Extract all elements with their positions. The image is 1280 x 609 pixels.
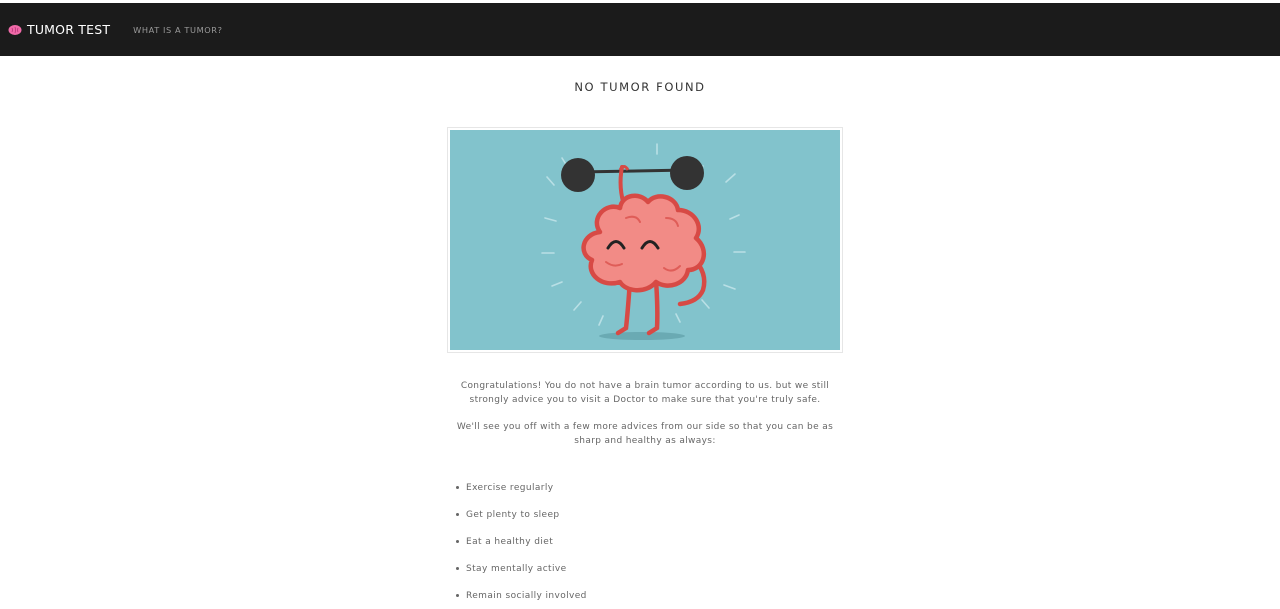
list-item: Get plenty to sleep: [456, 501, 587, 528]
result-heading: NO TUMOR FOUND: [574, 80, 706, 94]
bullet-icon: [456, 513, 459, 516]
bullet-icon: [456, 594, 459, 597]
congratulations-text: Congratulations! You do not have a brain…: [460, 381, 830, 405]
nav-link-what-is-a-tumor[interactable]: WHAT IS A TUMOR?: [133, 25, 222, 35]
brand-link[interactable]: TUMOR TEST: [8, 22, 110, 37]
list-item: Eat a healthy diet: [456, 528, 587, 555]
advice-text: Remain socially involved: [466, 590, 587, 601]
brain-lifting-barbell-illustration: [450, 130, 840, 350]
bullet-icon: [456, 567, 459, 570]
advice-intro-text: We'll see you off with a few more advice…: [456, 422, 834, 446]
result-illustration: [447, 127, 843, 353]
advice-text: Get plenty to sleep: [466, 509, 560, 520]
brain-icon: [8, 24, 22, 35]
list-item: Remain socially involved: [456, 582, 587, 609]
top-navbar: TUMOR TEST WHAT IS A TUMOR?: [0, 3, 1280, 56]
list-item: Stay mentally active: [456, 555, 587, 582]
advice-list: Exercise regularly Get plenty to sleep E…: [456, 474, 587, 609]
list-item: Exercise regularly: [456, 474, 587, 501]
advice-text: Eat a healthy diet: [466, 536, 554, 547]
bullet-icon: [456, 486, 459, 489]
brand-title: TUMOR TEST: [27, 22, 111, 37]
advice-text: Stay mentally active: [466, 563, 567, 574]
advice-text: Exercise regularly: [466, 482, 554, 493]
bullet-icon: [456, 540, 459, 543]
